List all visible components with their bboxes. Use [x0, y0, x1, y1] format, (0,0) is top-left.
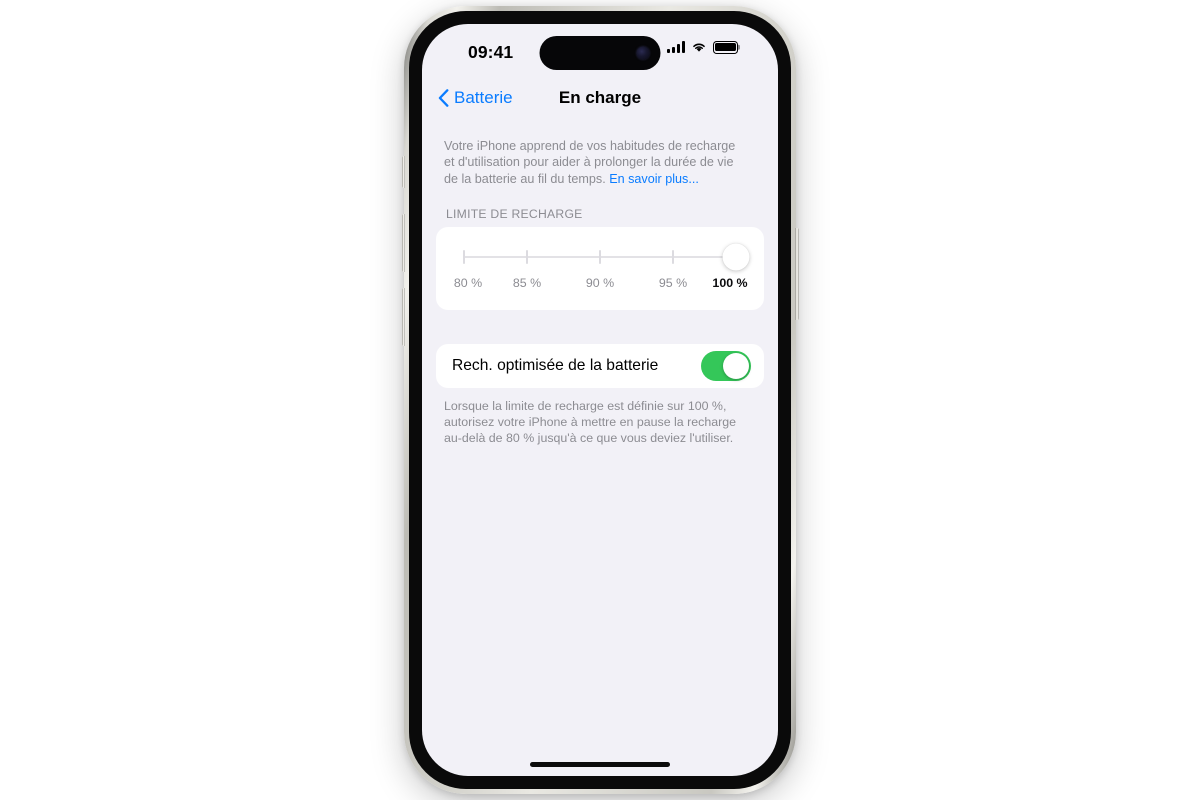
slider-tick-80	[463, 249, 465, 264]
back-button-label: Batterie	[454, 88, 513, 107]
back-button[interactable]: Batterie	[438, 88, 513, 108]
intro-description: Votre iPhone apprend de vos habitudes de…	[444, 138, 744, 187]
battery-full-icon	[713, 41, 738, 54]
wifi-icon	[693, 43, 705, 52]
toggle-thumb	[723, 352, 749, 379]
slider-label-85[interactable]: 85 %	[513, 276, 541, 290]
slider-label-100[interactable]: 100 %	[712, 276, 747, 290]
slider-tick-labels: 80 % 85 % 90 % 95 % 100 %	[454, 276, 748, 296]
optimized-charging-toggle[interactable]	[701, 350, 751, 381]
optimized-charging-footnote: Lorsque la limite de recharge est défini…	[444, 398, 737, 445]
page-title: En charge	[558, 88, 642, 107]
status-bar-indicators	[667, 41, 738, 54]
optimized-charging-label: Rech. optimisée de la batterie	[452, 356, 659, 374]
screenshot-canvas: 09:41 Batterie En charge Votre iPhone ap…	[0, 0, 1200, 800]
charge-limit-card: 80 % 85 % 90 % 95 % 100 %	[436, 226, 764, 310]
status-bar: 09:41	[422, 24, 778, 76]
optimized-charging-row[interactable]: Rech. optimisée de la batterie	[436, 343, 764, 388]
settings-content: Votre iPhone apprend de vos habitudes de…	[422, 138, 778, 446]
volume-down-button[interactable]	[401, 288, 405, 346]
slider-label-90[interactable]: 90 %	[586, 276, 614, 290]
status-bar-clock: 09:41	[468, 42, 514, 62]
chevron-left-icon	[438, 89, 449, 107]
slider-label-80[interactable]: 80 %	[454, 276, 482, 290]
action-button[interactable]	[401, 156, 405, 188]
navigation-bar: Batterie En charge	[422, 76, 778, 120]
cellular-bars-icon	[667, 41, 685, 54]
slider-label-95[interactable]: 95 %	[659, 276, 687, 290]
front-camera-lens-icon	[636, 46, 650, 60]
slider-tick-90	[599, 249, 601, 264]
iphone-device-frame: 09:41 Batterie En charge Votre iPhone ap…	[401, 6, 799, 794]
slider-knob[interactable]	[722, 243, 750, 271]
home-indicator[interactable]	[530, 762, 670, 767]
volume-up-button[interactable]	[401, 214, 405, 272]
dynamic-island	[539, 36, 661, 70]
charge-limit-slider[interactable]	[454, 243, 750, 271]
learn-more-link[interactable]: En savoir plus...	[609, 172, 699, 186]
power-button[interactable]	[795, 228, 799, 320]
charge-limit-section-header: LIMITE DE RECHARGE	[446, 206, 583, 221]
slider-tick-85	[526, 249, 528, 264]
device-bezel: 09:41 Batterie En charge Votre iPhone ap…	[409, 11, 791, 789]
slider-tick-95	[672, 249, 674, 264]
device-screen: 09:41 Batterie En charge Votre iPhone ap…	[422, 24, 778, 776]
